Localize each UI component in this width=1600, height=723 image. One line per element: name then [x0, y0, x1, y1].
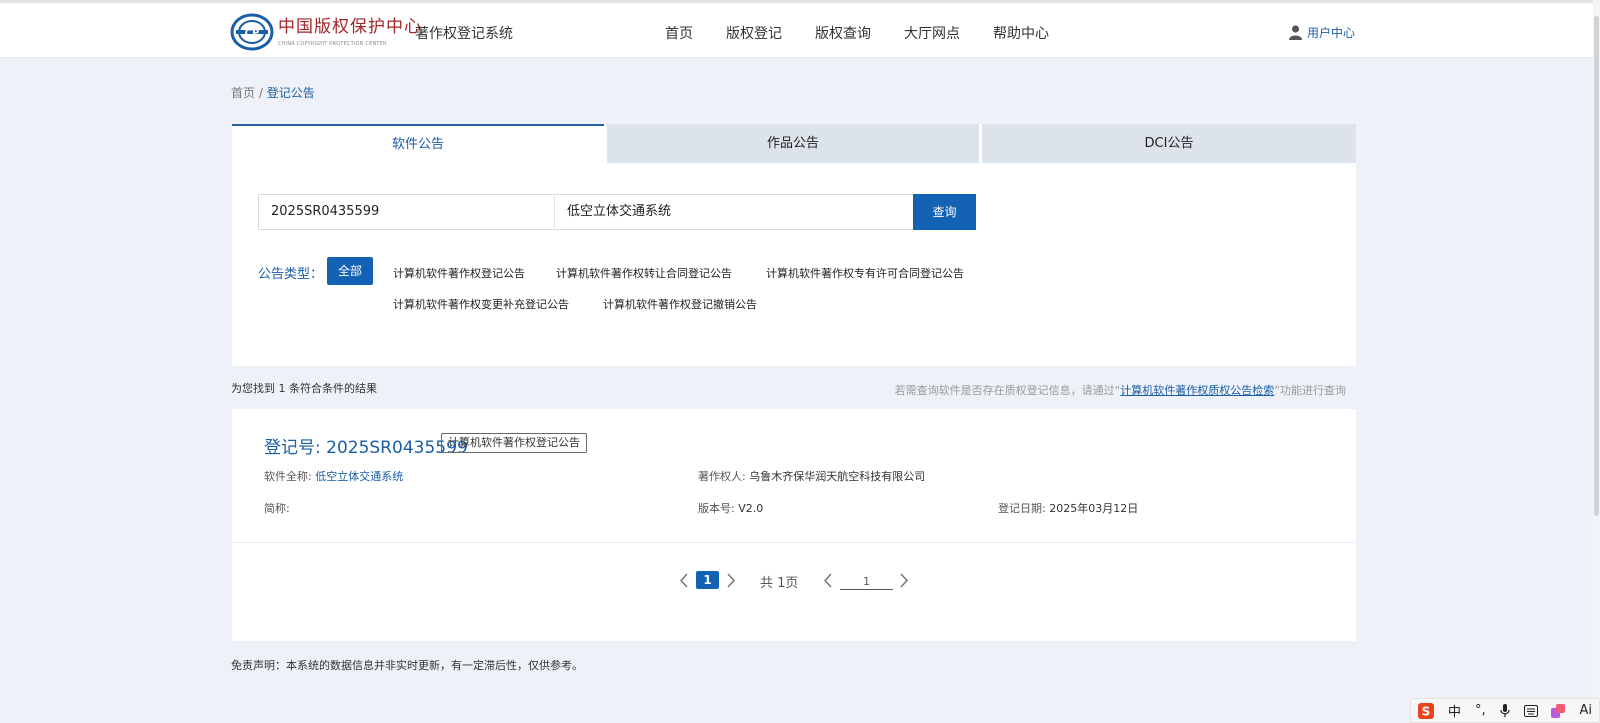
- nav-item-home[interactable]: 首页: [665, 23, 693, 43]
- announcement-tabs: 软件公告 作品公告 DCI公告: [232, 124, 1356, 163]
- record-version: 版本号: V2.0: [698, 500, 763, 516]
- user-icon: [1289, 25, 1302, 40]
- version-label: 版本号:: [698, 502, 739, 515]
- next-page-icon[interactable]: [727, 573, 736, 588]
- query-button[interactable]: 查询: [913, 194, 976, 230]
- owner-value: 乌鲁木齐保华润天航空科技有限公司: [749, 470, 926, 483]
- record-full-name: 软件全称: 低空立体交通系统: [264, 468, 403, 484]
- nav-item-query[interactable]: 版权查询: [815, 23, 871, 43]
- ccpc-logo[interactable]: CP 中国版权保护中心 CHINA COPYRIGHT PROTECTION C…: [230, 13, 422, 51]
- record-owner: 著作权人: 乌鲁木齐保华润天航空科技有限公司: [698, 468, 925, 484]
- short-name-label: 简称:: [264, 502, 290, 515]
- type-filter-revocation[interactable]: 计算机软件著作权登记撤销公告: [603, 296, 757, 312]
- svg-text:CP: CP: [245, 28, 260, 39]
- nav-item-registration[interactable]: 版权登记: [726, 23, 782, 43]
- jump-prev-icon[interactable]: [823, 573, 832, 588]
- page-total: 共 1页: [760, 576, 799, 591]
- breadcrumb: 首页 / 登记公告: [231, 84, 315, 101]
- tab-dci[interactable]: DCI公告: [982, 124, 1356, 163]
- breadcrumb-home[interactable]: 首页: [231, 86, 255, 100]
- main-nav: 首页 版权登记 版权查询 大厅网点 帮助中心: [665, 23, 1082, 43]
- page-scrollbar[interactable]: [1593, 0, 1600, 723]
- breadcrumb-separator: /: [255, 86, 267, 100]
- page-scrollbar-thumb[interactable]: [1594, 16, 1599, 516]
- logo-chinese-name: 中国版权保护中心: [278, 16, 422, 37]
- record-reg-no[interactable]: 登记号: 2025SR0435599: [264, 433, 468, 458]
- date-label: 登记日期:: [998, 502, 1050, 515]
- user-center-label: 用户中心: [1307, 26, 1356, 40]
- microphone-icon[interactable]: [1499, 703, 1510, 718]
- prev-page-icon[interactable]: [679, 573, 688, 588]
- type-filter-registration[interactable]: 计算机软件著作权登记公告: [393, 265, 525, 281]
- svg-text:S: S: [1422, 704, 1431, 718]
- nav-item-service-points[interactable]: 大厅网点: [904, 23, 960, 43]
- ime-language-toggle[interactable]: 中: [1448, 701, 1461, 720]
- type-filter-all[interactable]: 全部: [327, 257, 373, 285]
- pledge-search-hint: 若需查询软件是否存在质权登记信息，请通过“计算机软件著作权质权公告检索”功能进行…: [895, 382, 1346, 398]
- skin-icon[interactable]: [1551, 703, 1566, 718]
- ime-toolbar: S 中 °, Ai: [1410, 698, 1600, 723]
- full-name-label: 软件全称:: [264, 470, 316, 483]
- ime-punctuation-toggle[interactable]: °,: [1475, 703, 1486, 718]
- ime-ai-button[interactable]: Ai: [1579, 703, 1592, 718]
- record-date: 登记日期: 2025年03月12日: [998, 500, 1138, 516]
- pledge-hint-prefix: 若需查询软件是否存在质权登记信息，请通过“: [894, 384, 1121, 397]
- disclaimer: 免责声明：本系统的数据信息并非实时更新，有一定滞后性，仅供参考。: [231, 659, 583, 672]
- card-divider: [232, 542, 1356, 543]
- type-filter-transfer-contract[interactable]: 计算机软件著作权转让合同登记公告: [556, 265, 732, 281]
- ccpc-logo-icon: CP: [230, 13, 274, 51]
- record-type-badge: 计算机软件著作权登记公告: [441, 433, 587, 453]
- page-current[interactable]: 1: [696, 571, 719, 589]
- type-filter-exclusive-license[interactable]: 计算机软件著作权专有许可合同登记公告: [766, 265, 964, 281]
- date-value: 2025年03月12日: [1049, 502, 1139, 515]
- record-short-name: 简称:: [264, 500, 290, 516]
- pledge-search-link[interactable]: 计算机软件著作权质权公告检索: [1120, 384, 1274, 397]
- system-name: 著作权登记系统: [415, 26, 513, 42]
- announcement-type-label: 公告类型：: [258, 267, 324, 282]
- type-filter-change-supplement[interactable]: 计算机软件著作权变更补充登记公告: [393, 296, 569, 312]
- owner-label: 著作权人:: [698, 470, 750, 483]
- reg-no-input[interactable]: 2025SR0435599: [258, 194, 554, 230]
- jump-next-icon[interactable]: [900, 573, 909, 588]
- ime-logo-icon[interactable]: S: [1417, 702, 1434, 719]
- keyboard-icon[interactable]: [1523, 704, 1538, 717]
- user-center-link[interactable]: 用户中心: [1289, 24, 1355, 41]
- search-row: 2025SR0435599 低空立体交通系统 查询: [258, 194, 976, 230]
- tab-software[interactable]: 软件公告: [232, 124, 604, 163]
- version-value: V2.0: [738, 502, 764, 515]
- breadcrumb-current: 登记公告: [266, 86, 315, 100]
- logo-english-name: CHINA COPYRIGHT PROTECTION CENTER: [278, 40, 387, 47]
- nav-item-help[interactable]: 帮助中心: [993, 23, 1049, 43]
- page-jump-input[interactable]: [840, 573, 893, 590]
- full-name-value[interactable]: 低空立体交通系统: [315, 470, 403, 483]
- result-count: 为您找到 1 条符合条件的结果: [231, 382, 377, 395]
- pledge-hint-suffix: ”功能进行查询: [1274, 384, 1346, 397]
- top-header: CP 中国版权保护中心 CHINA COPYRIGHT PROTECTION C…: [0, 0, 1600, 58]
- software-name-input[interactable]: 低空立体交通系统: [554, 194, 913, 230]
- tab-works[interactable]: 作品公告: [607, 124, 979, 163]
